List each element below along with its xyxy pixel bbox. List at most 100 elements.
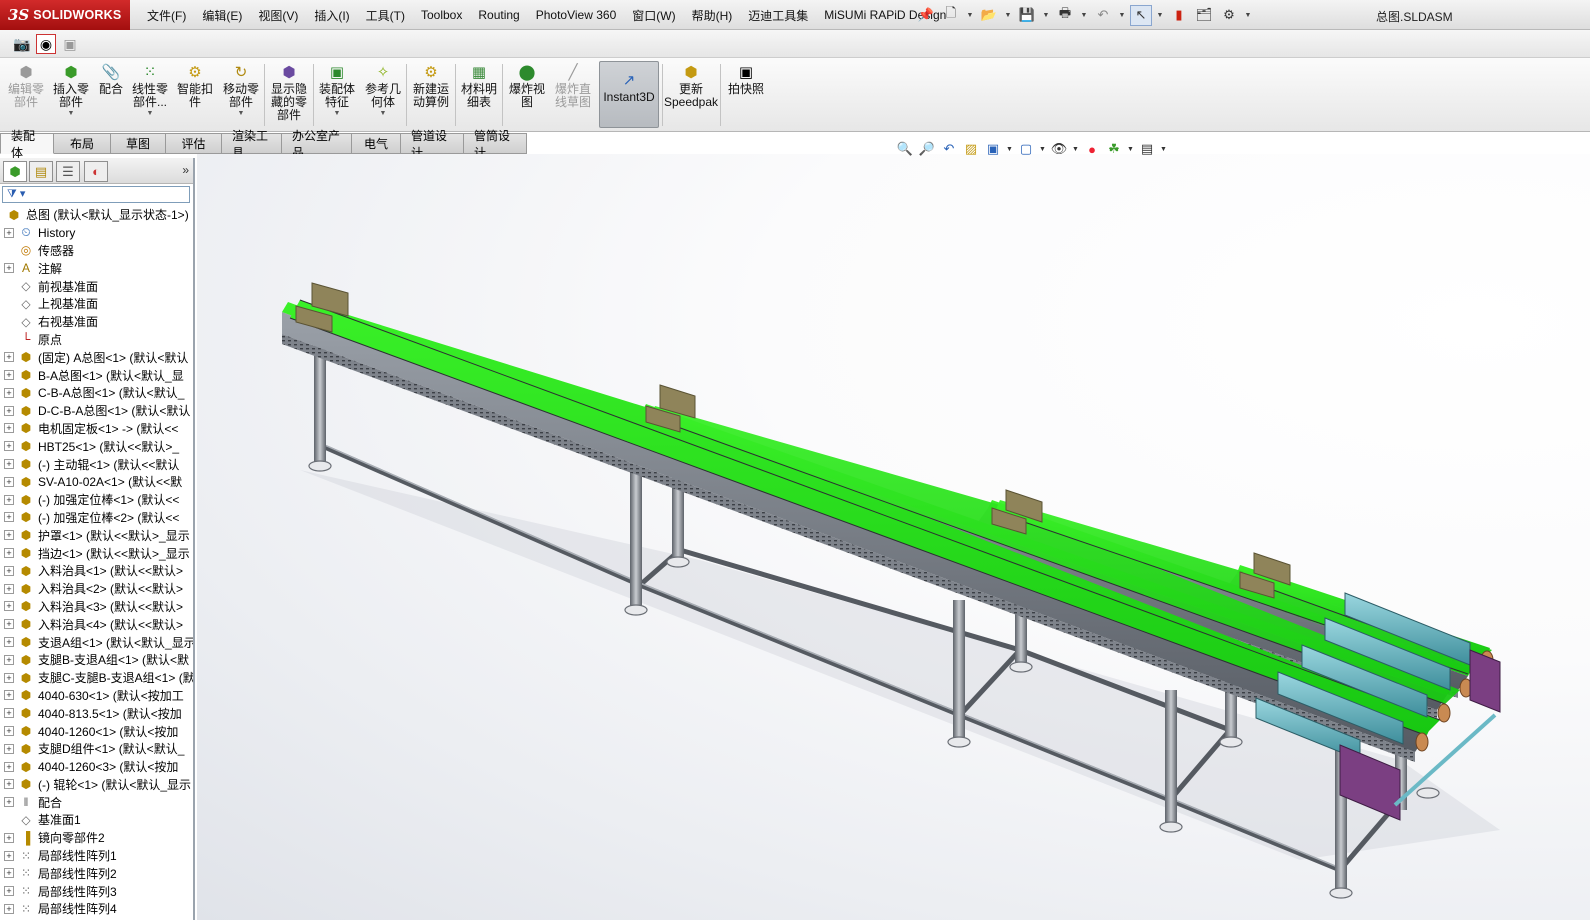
expand-icon[interactable]: +: [4, 690, 14, 701]
menu-tools[interactable]: 工具(T): [358, 7, 413, 24]
expand-icon[interactable]: +: [4, 637, 14, 648]
tree-item[interactable]: + ⬢ B-A总图<1> (默认<默认_显: [0, 366, 193, 384]
update-speedpak-button[interactable]: ⬢ 更新 Speedpak: [664, 62, 718, 109]
explode-line-sketch-button[interactable]: ╱ 爆炸直 线草图: [551, 62, 595, 109]
tree-item[interactable]: + ⬢ 4040-813.5<1> (默认<按加: [0, 704, 193, 722]
view-settings-icon[interactable]: ▤: [1137, 139, 1157, 159]
menu-routing[interactable]: Routing: [470, 8, 527, 22]
appearance-icon[interactable]: ●: [1082, 139, 1102, 159]
tree-item[interactable]: + ▐ 镜向零部件2: [0, 829, 193, 847]
new-document-icon[interactable]: 🗋: [940, 5, 962, 26]
expand-icon[interactable]: +: [4, 850, 14, 861]
conveyor-model-view[interactable]: [197, 154, 1590, 920]
tree-item[interactable]: + ⬢ 支腿C-支腿B-支退A组<1> (默: [0, 669, 193, 687]
screen-capture-icon[interactable]: ▣: [60, 34, 80, 54]
expand-icon[interactable]: +: [4, 797, 14, 808]
tree-item[interactable]: + ⬢ 支腿D组件<1> (默认<默认_: [0, 740, 193, 758]
tree-item[interactable]: ◇ 上视基准面: [0, 295, 193, 313]
options-icon[interactable]: ⚙: [1218, 5, 1240, 26]
record-icon[interactable]: ◉: [36, 34, 56, 54]
menu-toolbox[interactable]: Toolbox: [413, 8, 470, 22]
menu-photoview[interactable]: PhotoView 360: [528, 8, 625, 22]
tree-item[interactable]: + A 注解: [0, 259, 193, 277]
tree-item[interactable]: + ⬢ 电机固定板<1> -> (默认<<: [0, 420, 193, 438]
tree-item[interactable]: ◎ 传感器: [0, 242, 193, 260]
expand-icon[interactable]: +: [4, 868, 14, 879]
solidworks-logo[interactable]: 3S SOLIDWORKS: [0, 0, 130, 30]
graphics-area[interactable]: [197, 154, 1590, 920]
expand-icon[interactable]: +: [4, 886, 14, 897]
save-icon[interactable]: 💾: [1016, 5, 1038, 26]
tree-root[interactable]: ⬢ 总图 (默认<默认_显示状态-1>): [0, 206, 193, 224]
menu-insert[interactable]: 插入(I): [306, 7, 357, 24]
tab-piping[interactable]: 管道设计: [401, 129, 464, 160]
tree-item[interactable]: + ⁙ 局部线性阵列3: [0, 882, 193, 900]
tree-item[interactable]: + ⬢ HBT25<1> (默认<<默认>_: [0, 437, 193, 455]
expand-icon[interactable]: +: [4, 743, 14, 754]
menu-edit[interactable]: 编辑(E): [194, 7, 250, 24]
expand-icon[interactable]: +: [4, 370, 14, 381]
tree-item[interactable]: + ⁙ 局部线性阵列4: [0, 900, 193, 918]
camera-icon[interactable]: 📷: [12, 34, 32, 54]
open-icon[interactable]: 📂: [978, 5, 1000, 26]
move-component-button[interactable]: ↻ 移动零 部件 ▼: [220, 62, 262, 118]
tab-evaluate[interactable]: 评估: [166, 133, 222, 154]
section-view-icon[interactable]: ▨: [961, 139, 981, 159]
expand-icon[interactable]: +: [4, 832, 14, 843]
tree-item[interactable]: + ⬢ (固定) A总图<1> (默认<默认: [0, 348, 193, 366]
expand-icon[interactable]: +: [4, 512, 14, 523]
expand-icon[interactable]: +: [4, 672, 14, 683]
feature-tree-filter[interactable]: ⧩ ▾: [2, 186, 190, 203]
chevron-down-icon[interactable]: ▼: [1126, 139, 1135, 159]
menu-view[interactable]: 视图(V): [250, 7, 306, 24]
tree-item[interactable]: ◇ 前视基准面: [0, 277, 193, 295]
expand-icon[interactable]: +: [4, 459, 14, 470]
tree-item[interactable]: + ⬢ (-) 加强定位棒<1> (默认<<: [0, 491, 193, 509]
edit-component-button[interactable]: ⬢ 编辑零 部件: [6, 62, 46, 109]
expand-icon[interactable]: +: [4, 387, 14, 398]
chevron-down-icon[interactable]: ▼: [380, 110, 387, 117]
tree-item[interactable]: + ⬢ SV-A10-02A<1> (默认<<默: [0, 473, 193, 491]
tree-item[interactable]: + ⬢ D-C-B-A总图<1> (默认<默认: [0, 402, 193, 420]
expand-icon[interactable]: +: [4, 263, 14, 274]
open-dropdown-icon[interactable]: ▼: [1003, 5, 1013, 26]
chevron-down-icon[interactable]: ▼: [147, 110, 154, 117]
tree-item[interactable]: ◇ 右视基准面: [0, 313, 193, 331]
pin-icon[interactable]: 📌: [915, 5, 937, 26]
linear-component-pattern-button[interactable]: ⁙ 线性零 部件... ▼: [130, 62, 170, 118]
expand-icon[interactable]: +: [4, 903, 14, 914]
assembly-features-button[interactable]: ▣ 装配体 特征 ▼: [316, 62, 358, 118]
undo-dropdown-icon[interactable]: ▼: [1117, 5, 1127, 26]
expand-icon[interactable]: +: [4, 405, 14, 416]
tree-item[interactable]: + ⬢ (-) 加强定位棒<2> (默认<<: [0, 509, 193, 527]
expand-panel-icon[interactable]: »: [182, 163, 189, 177]
feature-manager-tab-icon[interactable]: ⬢: [3, 161, 27, 182]
display-style-icon[interactable]: ▢: [1016, 139, 1036, 159]
insert-component-button[interactable]: ⬢ 插入零 部件 ▼: [50, 62, 92, 118]
expand-icon[interactable]: +: [4, 619, 14, 630]
expand-icon[interactable]: +: [4, 423, 14, 434]
save-dropdown-icon[interactable]: ▼: [1041, 5, 1051, 26]
tree-item[interactable]: + ⬢ 入料治具<4> (默认<<默认>: [0, 615, 193, 633]
tab-sketch[interactable]: 草图: [111, 133, 166, 154]
tree-item[interactable]: + ⬢ (-) 主动辊<1> (默认<<默认: [0, 455, 193, 473]
exploded-view-button[interactable]: ⬤ 爆炸视 图: [505, 62, 549, 109]
show-hidden-components-button[interactable]: ⬢ 显示隐 藏的零 部件: [267, 62, 311, 122]
chevron-down-icon[interactable]: ▼: [1038, 139, 1047, 159]
reference-geometry-button[interactable]: ✧ 参考几 何体 ▼: [362, 62, 404, 118]
tree-item[interactable]: + ⬢ 支腿B-支退A组<1> (默认<默: [0, 651, 193, 669]
menu-maidi-tools[interactable]: 迈迪工具集: [740, 7, 816, 24]
select-icon[interactable]: ↖: [1130, 4, 1152, 26]
chevron-down-icon[interactable]: ▼: [334, 110, 341, 117]
tree-item[interactable]: + ⬢ C-B-A总图<1> (默认<默认_: [0, 384, 193, 402]
expand-icon[interactable]: +: [4, 726, 14, 736]
print-icon[interactable]: 🖶: [1054, 5, 1076, 26]
chevron-down-icon[interactable]: ▼: [1005, 139, 1014, 159]
options-dropdown-icon[interactable]: ▼: [1243, 5, 1253, 26]
tree-item[interactable]: + ⬢ 支退A组<1> (默认<默认_显示: [0, 633, 193, 651]
tab-electrical[interactable]: 电气: [352, 133, 401, 154]
expand-icon[interactable]: +: [4, 583, 14, 594]
expand-icon[interactable]: +: [4, 227, 14, 238]
tree-item[interactable]: + ⬢ 入料治具<2> (默认<<默认>: [0, 580, 193, 598]
previous-view-icon[interactable]: ↶: [939, 139, 959, 159]
